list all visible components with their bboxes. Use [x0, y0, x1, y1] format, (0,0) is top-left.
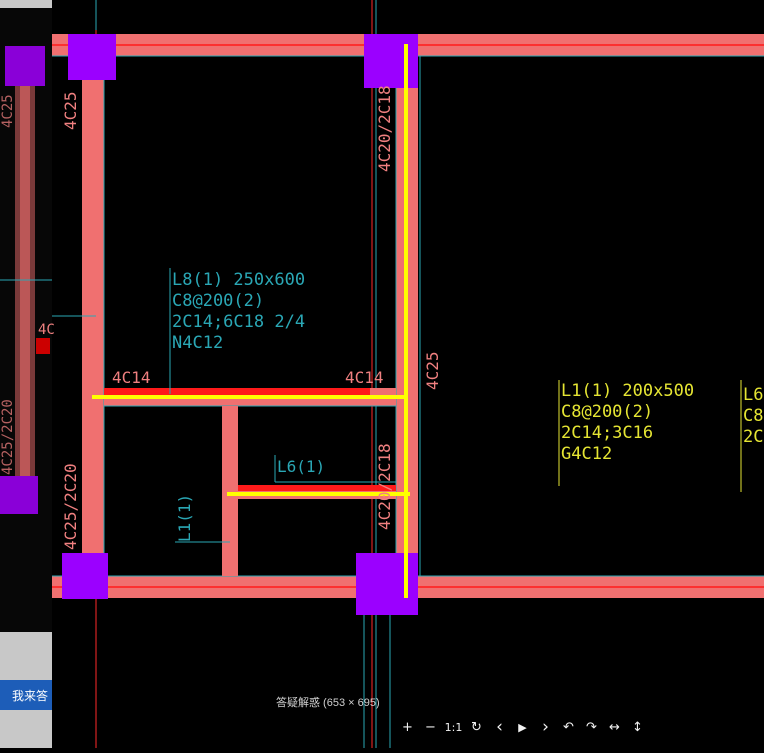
- mid-lower-rebar-label: 4C20/2C18: [375, 443, 394, 530]
- rotate-left-icon[interactable]: ↶: [557, 716, 580, 738]
- flip-vertical-icon[interactable]: ↕: [626, 716, 649, 738]
- edge-left-top-label: 4C25: [0, 94, 16, 128]
- flip-horizontal-icon[interactable]: ↔: [603, 716, 626, 738]
- actual-size-icon[interactable]: 1:1: [442, 716, 465, 738]
- edge-left-bottom-label: 4C25/2C20: [0, 399, 16, 475]
- beam-L1-line-4: G4C12: [561, 444, 612, 464]
- column: [364, 34, 418, 88]
- viewer-toolbar: + − 1:1 ↻ ‹ ▶ › ↶ ↷ ↔ ↕: [396, 716, 649, 738]
- image-caption: 答疑解惑 (653 × 695): [276, 697, 380, 709]
- far-right-label-1: L6: [743, 385, 763, 405]
- beam-L8-line-3: 2C14;6C18 2/4: [172, 312, 305, 332]
- left-lower-rebar-label: 4C25/2C20: [61, 463, 80, 550]
- column: [68, 34, 116, 80]
- beam-L1-vertical-label: L1(1): [175, 494, 194, 542]
- cad-drawing: L8(1) 250x600 C8@200(2) 2C14;6C18 2/4 N4…: [0, 0, 764, 748]
- far-right-label-2: C8: [743, 406, 763, 426]
- beam-L8-line-2: C8@200(2): [172, 291, 264, 311]
- column: [62, 553, 108, 599]
- next-icon[interactable]: ›: [534, 716, 557, 738]
- rotate-right-icon[interactable]: ↷: [580, 716, 603, 738]
- mid-top-vertical-rebar-label: 4C20/2C18: [375, 85, 394, 172]
- right-vertical-rebar-label: 4C25: [423, 351, 442, 390]
- edge-left-partial-label: 4C: [38, 322, 55, 338]
- beam-right-rebar-label: 4C14: [345, 368, 384, 387]
- refresh-icon[interactable]: ↻: [465, 716, 488, 738]
- beam-L8-line-1: L8(1) 250x600: [172, 270, 305, 290]
- image-viewer: L8(1) 250x600 C8@200(2) 2C14;6C18 2/4 N4…: [0, 0, 764, 748]
- page-header-strip: [0, 0, 52, 8]
- far-right-label-3: 2C: [743, 427, 763, 447]
- left-vertical-rebar-label: 4C25: [61, 91, 80, 130]
- prev-icon[interactable]: ‹: [488, 716, 511, 738]
- beam-L1-line-2: C8@200(2): [561, 402, 653, 422]
- beam-L6-label: L6(1): [277, 457, 325, 476]
- zoom-in-icon[interactable]: +: [396, 716, 419, 738]
- column: [356, 553, 418, 615]
- zoom-out-icon[interactable]: −: [419, 716, 442, 738]
- beam-L1-line-3: 2C14;3C16: [561, 423, 653, 443]
- column: [0, 476, 38, 514]
- column: [5, 46, 45, 86]
- beam-left-rebar-label: 4C14: [112, 368, 151, 387]
- beam-L1-line-1: L1(1) 200x500: [561, 381, 694, 401]
- play-icon[interactable]: ▶: [511, 716, 534, 738]
- beam-L8-line-4: N4C12: [172, 333, 223, 353]
